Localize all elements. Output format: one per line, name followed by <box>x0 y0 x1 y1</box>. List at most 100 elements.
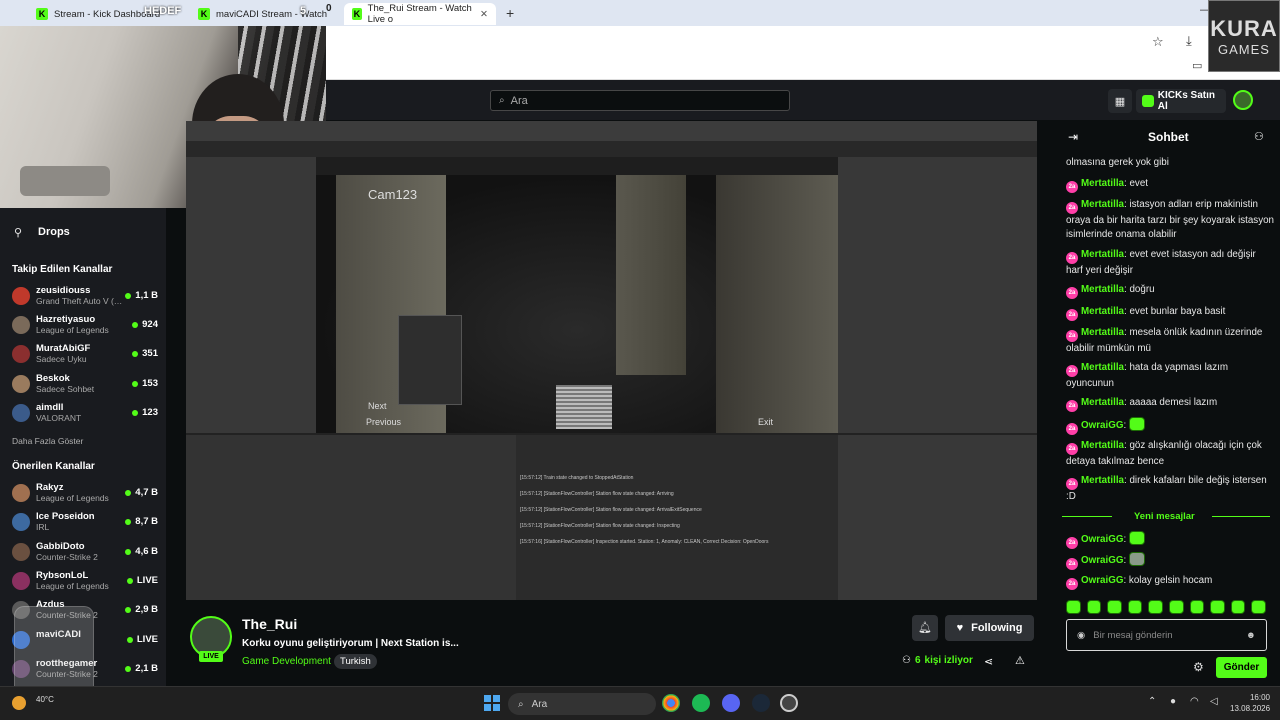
category-link[interactable]: Game Development <box>242 656 331 667</box>
search-input[interactable]: ⌕ Ara <box>490 90 790 111</box>
emote-icon[interactable] <box>1127 600 1143 614</box>
emote-icon[interactable] <box>1168 600 1184 614</box>
emote-icon[interactable] <box>1107 600 1122 614</box>
network-icon[interactable]: ◠ <box>1190 696 1199 707</box>
windows-start-icon[interactable] <box>484 695 500 711</box>
search-icon: ⌕ <box>518 698 524 710</box>
live-dot-icon <box>126 636 133 643</box>
emote-icon[interactable] <box>1210 600 1225 614</box>
address-bar[interactable] <box>326 26 1280 56</box>
drops-icon: ⚲ <box>14 227 23 239</box>
tab-counter-right: 5 <box>300 5 307 17</box>
weather-icon[interactable] <box>12 696 26 710</box>
stream-title: Korku oyunu geliştiriyorum | Next Statio… <box>242 638 459 649</box>
hierarchy-panel <box>186 157 316 433</box>
recommended-channel-item[interactable]: GabbiDoto Counter-Strike 2 4,6 B <box>12 541 162 567</box>
recommended-channel-item[interactable]: RybsonLoL League of Legends LIVE <box>12 570 162 596</box>
chat-message: 2a Mertatilla: hata da yapması lazım oyun… <box>1066 362 1229 389</box>
avatar <box>12 316 30 334</box>
live-dot-icon <box>126 577 133 584</box>
subscriber-badge-icon: 2a <box>1066 287 1078 299</box>
subscriber-badge-icon: 2a <box>1066 558 1078 570</box>
recommended-channel-item[interactable]: Ice Poseidon IRL 8,7 B <box>12 511 162 537</box>
followed-channel-item[interactable]: Hazretiyasuo League of Legends 924 <box>12 314 162 340</box>
store-icon[interactable]: ▦ <box>1108 89 1132 113</box>
volume-icon[interactable]: ◁ <box>1210 696 1218 707</box>
taskbar-search[interactable]: ⌕ Ara <box>508 693 656 715</box>
user-avatar[interactable] <box>1233 90 1253 110</box>
followed-channel-item[interactable]: MuratAbiGF Sadece Uyku 351 <box>12 343 162 369</box>
live-dot-icon <box>125 292 132 299</box>
chat-message: 2a OwraiGG: <box>1066 552 1274 570</box>
chat-users-icon[interactable]: ⚇ <box>1254 130 1264 143</box>
subscriber-badge-icon: 2a <box>1066 365 1078 377</box>
tab-mavicadi[interactable]: K maviCADI Stream - Watch <box>190 3 340 25</box>
followed-channels-header: Takip Edilen Kanallar <box>12 264 113 275</box>
followed-channel-item[interactable]: Beskok Sadece Sohbet 153 <box>12 373 162 399</box>
clock[interactable]: 16:00 13.08.2026 <box>1230 692 1270 714</box>
subscriber-badge-icon: 2a <box>1066 578 1078 590</box>
folder-icon[interactable]: ▭ <box>1192 59 1202 72</box>
tray-chevron-icon[interactable]: ⌃ <box>1148 696 1156 707</box>
live-dot-icon <box>132 409 139 416</box>
obs-icon[interactable] <box>780 694 798 712</box>
download-icon[interactable]: ⤓ <box>1186 33 1192 49</box>
emoji-icon[interactable]: ☻ <box>1246 630 1256 641</box>
cam-label: Cam123 <box>368 187 418 202</box>
send-button[interactable]: Gönder <box>1216 657 1267 678</box>
chat-message: 2a Mertatilla: evet <box>1066 177 1274 193</box>
followed-channel-item[interactable]: zeusidiouss Grand Theft Auto V (… 1,1 B <box>12 285 162 311</box>
drops-link[interactable]: Drops <box>38 226 70 238</box>
avatar <box>12 287 30 305</box>
buy-kicks-button[interactable]: KICKs Satın Al <box>1136 89 1226 113</box>
share-icon[interactable]: ⋖ <box>984 655 993 668</box>
microphone-icon[interactable]: ● <box>1170 696 1176 707</box>
emote-icon[interactable] <box>1066 600 1081 614</box>
editor-toolbar <box>186 121 1037 141</box>
recommended-channel-item[interactable]: Rakyz League of Legends 4,7 B <box>12 482 162 508</box>
chat-message-input[interactable]: ◉ Bir mesaj gönderin ☻ <box>1066 619 1267 651</box>
subscriber-badge-icon: 2a <box>1066 330 1078 342</box>
chat-message: 2a Mertatilla: evet bunlar baya basit <box>1066 305 1274 321</box>
video-player[interactable]: Cam123 Next Previous Exit [15:57:12] Tra… <box>186 121 1037 600</box>
channel-name[interactable]: The_Rui <box>242 616 297 632</box>
emote-icon[interactable] <box>1189 600 1205 614</box>
following-button[interactable]: ♥ Following <box>945 615 1034 641</box>
emote-icon[interactable] <box>1230 600 1246 614</box>
editor-tabs <box>186 141 1037 157</box>
bell-icon[interactable]: 🔔︎ <box>912 615 938 641</box>
kick-favicon-icon: K <box>352 8 362 20</box>
live-badge: LIVE <box>199 651 223 662</box>
settings-gear-icon[interactable]: ⚙ <box>1193 660 1204 674</box>
tag-pill[interactable]: Turkish <box>334 654 377 669</box>
new-tab-button[interactable]: + <box>506 5 514 21</box>
collapse-chat-icon[interactable]: ⇥ <box>1068 130 1078 144</box>
emote-icon[interactable] <box>1251 600 1266 614</box>
console-panel: [15:57:12] Train state changed to Stoppe… <box>516 433 838 600</box>
followed-channel-item[interactable]: aimdll VALORANT 123 <box>12 402 162 428</box>
steam-icon[interactable] <box>752 694 770 712</box>
report-icon[interactable]: ⚠ <box>1015 654 1025 667</box>
close-icon[interactable]: ✕ <box>480 9 488 20</box>
discord-icon[interactable] <box>722 694 740 712</box>
chat-message: 2a Mertatilla: doğru <box>1066 283 1274 299</box>
gift-icon[interactable]: ◉ <box>1077 630 1085 641</box>
chat-message: 2a Mertatilla: mesela önlük kadının üzeri… <box>1066 327 1263 354</box>
chat-message: olmasına gerek yok gibi <box>1066 157 1169 168</box>
spotify-icon[interactable] <box>692 694 710 712</box>
avatar <box>12 543 30 561</box>
show-more-link[interactable]: Daha Fazla Göster <box>12 436 83 446</box>
chrome-icon[interactable] <box>662 694 680 712</box>
emote-icon[interactable] <box>1148 600 1163 614</box>
tab-the-rui[interactable]: K The_Rui Stream - Watch Live o ✕ <box>344 3 496 25</box>
control-panel <box>398 315 462 405</box>
console-line: [15:57:12] [StationFlowController] Stati… <box>520 507 702 513</box>
frog-emote-icon <box>1128 552 1145 566</box>
subscriber-badge-icon: 2a <box>1066 423 1078 435</box>
emote-icon[interactable] <box>1086 600 1102 614</box>
kicks-coin-icon <box>1142 95 1154 107</box>
subscriber-badge-icon: 2a <box>1066 478 1078 490</box>
avatar <box>12 375 30 393</box>
avatar <box>12 572 30 590</box>
star-icon[interactable]: ☆ <box>1152 34 1164 50</box>
